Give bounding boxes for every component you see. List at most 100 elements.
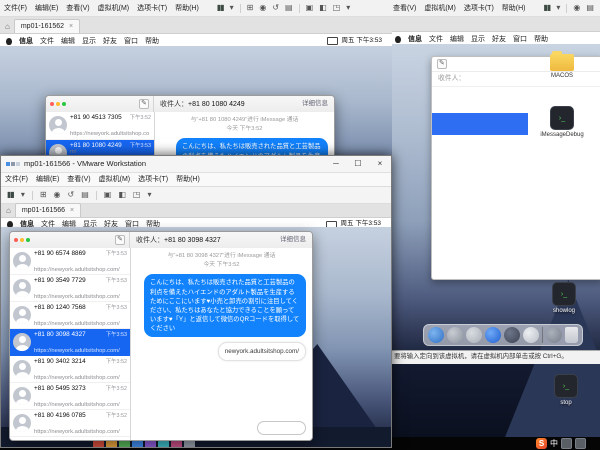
- console-icon[interactable]: ▣: [306, 4, 314, 12]
- to-field[interactable]: 收件人：+81 80 3098 4327: [136, 237, 221, 244]
- menu-file[interactable]: 文件(F): [4, 5, 27, 12]
- suspend-icon[interactable]: ▮▮: [217, 4, 224, 12]
- trash-icon[interactable]: [565, 327, 578, 343]
- close-window-icon[interactable]: [14, 238, 18, 242]
- window-titlebar[interactable]: mp01-161566 - VMware Workstation ─ ☐ ×: [1, 156, 391, 173]
- suspend-menu-icon[interactable]: ▾: [21, 191, 25, 199]
- snapshot-manager-icon[interactable]: ▤: [285, 4, 293, 12]
- ime-settings-icon[interactable]: [575, 438, 586, 449]
- mac-menu-view[interactable]: 显示: [82, 38, 96, 45]
- menu-tabs[interactable]: 选项卡(T): [464, 5, 494, 12]
- menu-tabs[interactable]: 选项卡(T): [137, 5, 167, 12]
- menu-vm[interactable]: 虚拟机(M): [424, 5, 456, 12]
- revert-icon[interactable]: ↺: [68, 191, 75, 199]
- ctrl-alt-del-icon[interactable]: ⊞: [247, 4, 254, 12]
- mac-menu-help[interactable]: 帮助: [145, 38, 159, 45]
- mac-menu-view[interactable]: 显示: [471, 36, 485, 43]
- library-icon[interactable]: ◧: [319, 4, 327, 12]
- mac-menu-help[interactable]: 帮助: [534, 36, 548, 43]
- compose-icon[interactable]: ✎: [437, 59, 447, 69]
- snapshot-icon[interactable]: ◉: [54, 191, 61, 199]
- safari-icon[interactable]: [485, 327, 501, 343]
- compose-icon[interactable]: ✎: [139, 99, 149, 109]
- menu-file[interactable]: 文件(F): [5, 176, 28, 183]
- launchpad-icon[interactable]: [447, 327, 463, 343]
- sogou-logo-icon[interactable]: S: [536, 438, 547, 449]
- menu-help[interactable]: 帮助(H): [176, 176, 200, 183]
- conversation-row-selected[interactable]: +81 80 3098 4327下午3:53 https://newyork.a…: [10, 329, 130, 356]
- mac-menu-buddies[interactable]: 好友: [492, 36, 506, 43]
- mac-menu-buddies[interactable]: 好友: [103, 38, 117, 45]
- mac-menu-file[interactable]: 文件: [40, 38, 54, 45]
- mac-menu-messages[interactable]: 信息: [408, 36, 422, 43]
- ime-language-indicator[interactable]: 中: [550, 440, 558, 448]
- zoom-window-icon[interactable]: [62, 102, 66, 106]
- vm-tab[interactable]: mp01-161566 ×: [15, 203, 81, 217]
- menu-tabs[interactable]: 选项卡(T): [138, 176, 168, 183]
- menu-help[interactable]: 帮助(H): [175, 5, 199, 12]
- layout-menu-icon[interactable]: ▾: [147, 191, 151, 199]
- snapshot-manager-icon[interactable]: ▤: [586, 4, 594, 12]
- menu-edit[interactable]: 编辑(E): [36, 176, 59, 183]
- suspend-menu-icon[interactable]: ▾: [230, 4, 234, 12]
- close-window-icon[interactable]: [50, 102, 54, 106]
- conversation-row[interactable]: +81 80 1240 7568下午3:53 https://newyork.a…: [10, 302, 130, 329]
- menu-view[interactable]: 查看(V): [66, 5, 89, 12]
- mac-menu-window[interactable]: 窗口: [124, 38, 138, 45]
- conversation-row[interactable]: +81 80 5495 3273下午3:52 https://newyork.a…: [10, 383, 130, 410]
- contacts-icon[interactable]: [466, 327, 482, 343]
- conversation-row[interactable]: +81 90 3402 3214下午3:52 https://newyork.a…: [10, 356, 130, 383]
- close-tab-icon[interactable]: ×: [70, 207, 74, 214]
- mail-icon[interactable]: [504, 327, 520, 343]
- desktop-icon-showlog[interactable]: ›_ showlog: [541, 282, 587, 315]
- keyboard-icon[interactable]: [561, 438, 572, 449]
- snapshot-icon[interactable]: ◉: [259, 4, 266, 12]
- layout-icon[interactable]: ◳: [333, 4, 341, 12]
- conversation-row[interactable]: +81 90 6574 8869下午3:53 https://newyork.a…: [10, 248, 130, 275]
- menu-vm[interactable]: 虚拟机(M): [98, 5, 130, 12]
- revert-icon[interactable]: ↺: [272, 4, 279, 12]
- mac-menu-edit[interactable]: 编辑: [450, 36, 464, 43]
- desktop-icon-macos-folder[interactable]: MACOS: [539, 54, 585, 80]
- photos-icon[interactable]: [523, 327, 539, 343]
- apple-menu-icon[interactable]: [6, 38, 12, 45]
- maximize-button[interactable]: ☐: [347, 156, 369, 172]
- details-button[interactable]: 详细信息: [280, 237, 312, 244]
- vm-tab[interactable]: mp01-161562 ×: [14, 19, 80, 33]
- details-button[interactable]: 详细信息: [302, 101, 334, 108]
- mac-menu-edit[interactable]: 编辑: [61, 38, 75, 45]
- compose-icon[interactable]: ✎: [115, 235, 125, 245]
- conversation-row[interactable]: +81 90 4513 7305下午3:52 https://newyork.a…: [46, 112, 154, 140]
- display-menu-icon[interactable]: [327, 37, 338, 45]
- close-tab-icon[interactable]: ×: [69, 23, 73, 30]
- menu-view[interactable]: 查看(V): [67, 176, 90, 183]
- desktop-icon-stop[interactable]: ›_ stop: [543, 374, 589, 407]
- desktop-icon-imessagedebug[interactable]: ›_ iMessageDebug: [539, 106, 585, 139]
- snapshot-manager-icon[interactable]: ▤: [81, 191, 89, 199]
- suspend-menu-icon[interactable]: ▾: [556, 4, 560, 12]
- home-tab-icon[interactable]: ⌂: [6, 207, 11, 215]
- selected-suggestion-row[interactable]: [432, 113, 528, 135]
- menu-vm[interactable]: 虚拟机(M): [99, 176, 131, 183]
- menu-help[interactable]: 帮助(H): [502, 5, 526, 12]
- layout-icon[interactable]: ◳: [133, 191, 141, 199]
- minimize-button[interactable]: ─: [325, 156, 347, 172]
- conversation-row[interactable]: +81 90 3549 7729下午3:53 https://newyork.a…: [10, 275, 130, 302]
- snapshot-icon[interactable]: ◉: [573, 4, 580, 12]
- ctrl-alt-del-icon[interactable]: ⊞: [40, 191, 47, 199]
- close-button[interactable]: ×: [369, 156, 391, 172]
- menu-edit[interactable]: 编辑(E): [35, 5, 58, 12]
- mac-menu-window[interactable]: 窗口: [513, 36, 527, 43]
- message-input[interactable]: [257, 421, 306, 435]
- downloads-icon[interactable]: [546, 327, 562, 343]
- zoom-window-icon[interactable]: [26, 238, 30, 242]
- home-tab-icon[interactable]: ⌂: [5, 23, 10, 31]
- menu-view[interactable]: 查看(V): [393, 5, 416, 12]
- suspend-icon[interactable]: ▮▮: [7, 191, 14, 199]
- layout-menu-icon[interactable]: ▾: [346, 4, 350, 12]
- finder-icon[interactable]: [428, 327, 444, 343]
- console-icon[interactable]: ▣: [104, 191, 112, 199]
- minimize-window-icon[interactable]: [20, 238, 24, 242]
- library-icon[interactable]: ◧: [118, 191, 126, 199]
- sent-link-bubble[interactable]: newyork.adultsitshop.com/: [218, 342, 306, 361]
